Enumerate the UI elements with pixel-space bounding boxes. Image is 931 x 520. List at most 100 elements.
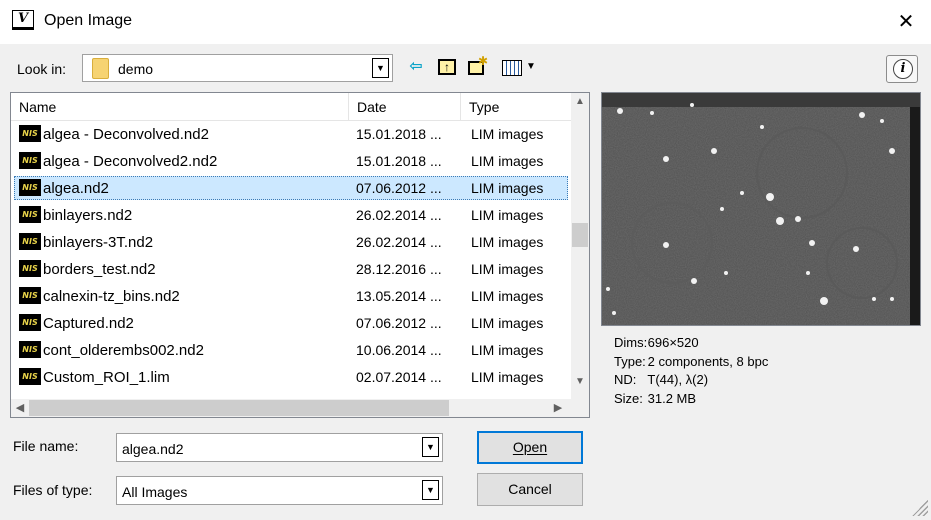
- chevron-down-icon[interactable]: ▼: [372, 58, 389, 78]
- nis-file-icon: NIS: [19, 233, 41, 251]
- file-name-cell[interactable]: NIS Captured.nd2: [19, 310, 349, 337]
- file-list[interactable]: Name Date Type NIS algea - Deconvolved.nd…: [10, 92, 590, 418]
- scroll-corner: [571, 399, 589, 417]
- preview-spot: [809, 240, 815, 246]
- nis-file-icon: NIS: [19, 179, 41, 197]
- nis-file-icon: NIS: [19, 287, 41, 305]
- column-header-date[interactable]: Date: [349, 93, 461, 121]
- file-name-cell[interactable]: NIS cont_olderembs002.nd2: [19, 337, 349, 364]
- look-in-value: demo: [118, 61, 154, 77]
- file-name-combobox[interactable]: algea.nd2 ▼: [116, 433, 443, 462]
- open-button-label: Open: [512, 439, 548, 455]
- nis-file-icon: NIS: [19, 314, 41, 332]
- preview-spot: [853, 246, 859, 252]
- info-button[interactable]: i: [886, 55, 918, 83]
- chevron-down-icon[interactable]: ▼: [422, 437, 439, 457]
- file-list-header: Name Date Type: [11, 93, 571, 121]
- table-row[interactable]: NIS algea - Deconvolved2.nd2 15.01.2018 ..…: [11, 148, 571, 175]
- preview-spot: [690, 103, 694, 107]
- file-name-text: borders_test.nd2: [43, 261, 156, 278]
- table-row[interactable]: NIS borders_test.nd2 28.12.2016 ... LIM ima…: [11, 256, 571, 283]
- preview-spot: [880, 119, 884, 123]
- column-header-type[interactable]: Type: [461, 93, 571, 121]
- resize-grip[interactable]: [912, 500, 928, 516]
- file-name-text: calnexin-tz_bins.nd2: [43, 288, 180, 305]
- file-date-cell: 13.05.2014 ...: [356, 288, 442, 304]
- table-row[interactable]: NIS Captured.nd2 07.06.2012 ... LIM images: [11, 310, 571, 337]
- column-header-name[interactable]: Name: [11, 93, 349, 121]
- table-row[interactable]: NIS cont_olderembs002.nd2 10.06.2014 ... LI…: [11, 337, 571, 364]
- preview-spot: [720, 207, 724, 211]
- file-type-cell: LIM images: [471, 126, 544, 142]
- horizontal-scroll-thumb[interactable]: [29, 400, 449, 416]
- new-folder-icon[interactable]: ✱: [466, 54, 490, 78]
- file-name-text: Custom_ROI_1.lim: [43, 369, 170, 386]
- image-info: Dims: 696×520 Type: 2 components, 8 bpc ND…: [614, 334, 768, 408]
- file-name-text: cont_olderembs002.nd2: [43, 342, 204, 359]
- chevron-down-icon[interactable]: ▼: [422, 480, 439, 500]
- preview-spot: [617, 108, 623, 114]
- file-name-cell[interactable]: NIS algea - Deconvolved2.nd2: [19, 148, 349, 175]
- close-button[interactable]: ✕: [888, 6, 924, 38]
- info-value: 696×520: [647, 335, 699, 350]
- file-type-cell: LIM images: [471, 234, 544, 250]
- nis-file-icon: NIS: [19, 206, 41, 224]
- file-date-cell: 02.07.2014 ...: [356, 369, 442, 385]
- preview-spot: [890, 297, 894, 301]
- preview-spot: [724, 271, 728, 275]
- file-type-cell: LIM images: [471, 369, 544, 385]
- file-type-cell: LIM images: [471, 342, 544, 358]
- preview-spot: [740, 191, 744, 195]
- table-row[interactable]: NIS algea.nd2 07.06.2012 ... LIM images: [11, 175, 571, 202]
- file-name-cell[interactable]: NIS binlayers-3T.nd2: [19, 229, 349, 256]
- nis-file-icon: NIS: [19, 368, 41, 386]
- table-row[interactable]: NIS algea - Deconvolved.nd2 15.01.2018 ...…: [11, 121, 571, 148]
- file-name-cell[interactable]: NIS algea.nd2: [19, 175, 349, 202]
- preview-spot: [711, 148, 717, 154]
- table-row[interactable]: NIS binlayers-3T.nd2 26.02.2014 ... LIM ima…: [11, 229, 571, 256]
- back-arrow-icon[interactable]: ⇦: [404, 56, 428, 78]
- folder-icon: [92, 58, 109, 79]
- file-name-value[interactable]: algea.nd2: [122, 441, 184, 457]
- file-date-cell: 10.06.2014 ...: [356, 342, 442, 358]
- horizontal-scrollbar[interactable]: ◀ ▶: [11, 399, 571, 417]
- file-name-cell[interactable]: NIS binlayers.nd2: [19, 202, 349, 229]
- view-menu-icon[interactable]: ▼: [500, 56, 540, 78]
- info-value: T(44), λ(2): [647, 372, 709, 387]
- file-name-cell[interactable]: NIS calnexin-tz_bins.nd2: [19, 283, 349, 310]
- info-line: ND: T(44), λ(2): [614, 371, 768, 390]
- scroll-down-icon[interactable]: ▼: [571, 373, 589, 390]
- info-line: Size: 31.2 MB: [614, 390, 768, 409]
- table-row[interactable]: NIS binlayers.nd2 26.02.2014 ... LIM images: [11, 202, 571, 229]
- nis-file-icon: NIS: [19, 152, 41, 170]
- cancel-button[interactable]: Cancel: [477, 473, 583, 506]
- file-name-cell[interactable]: NIS borders_test.nd2: [19, 256, 349, 283]
- scroll-up-icon[interactable]: ▲: [571, 93, 589, 110]
- vertical-scrollbar[interactable]: ▲ ▼: [571, 93, 589, 399]
- table-row[interactable]: NIS calnexin-tz_bins.nd2 13.05.2014 ... LIM…: [11, 283, 571, 310]
- preview-image: [602, 93, 920, 325]
- file-name-cell[interactable]: NIS Custom_ROI_1.lim: [19, 364, 349, 391]
- file-date-cell: 15.01.2018 ...: [356, 153, 442, 169]
- preview-spot: [606, 287, 610, 291]
- table-row[interactable]: NIS Custom_ROI_1.lim 02.07.2014 ... LIM ima…: [11, 364, 571, 391]
- file-name-cell[interactable]: NIS algea - Deconvolved.nd2: [19, 121, 349, 148]
- nis-file-icon: NIS: [19, 125, 41, 143]
- file-name-text: algea - Deconvolved2.nd2: [43, 153, 218, 170]
- file-type-cell: LIM images: [471, 153, 544, 169]
- scroll-left-icon[interactable]: ◀: [11, 399, 29, 417]
- file-type-value: All Images: [122, 484, 188, 500]
- scroll-right-icon[interactable]: ▶: [549, 399, 567, 417]
- file-date-cell: 26.02.2014 ...: [356, 234, 442, 250]
- up-folder-icon[interactable]: ↑: [436, 56, 458, 78]
- open-button[interactable]: Open: [477, 431, 583, 464]
- file-date-cell: 26.02.2014 ...: [356, 207, 442, 223]
- vertical-scroll-thumb[interactable]: [572, 223, 588, 247]
- info-line: Dims: 696×520: [614, 334, 768, 353]
- file-type-cell: LIM images: [471, 180, 544, 196]
- file-type-combobox[interactable]: All Images ▼: [116, 476, 443, 505]
- preview-spot: [820, 297, 828, 305]
- nis-file-icon: NIS: [19, 260, 41, 278]
- look-in-combobox[interactable]: demo ▼: [82, 54, 393, 82]
- file-name-text: algea - Deconvolved.nd2: [43, 126, 209, 143]
